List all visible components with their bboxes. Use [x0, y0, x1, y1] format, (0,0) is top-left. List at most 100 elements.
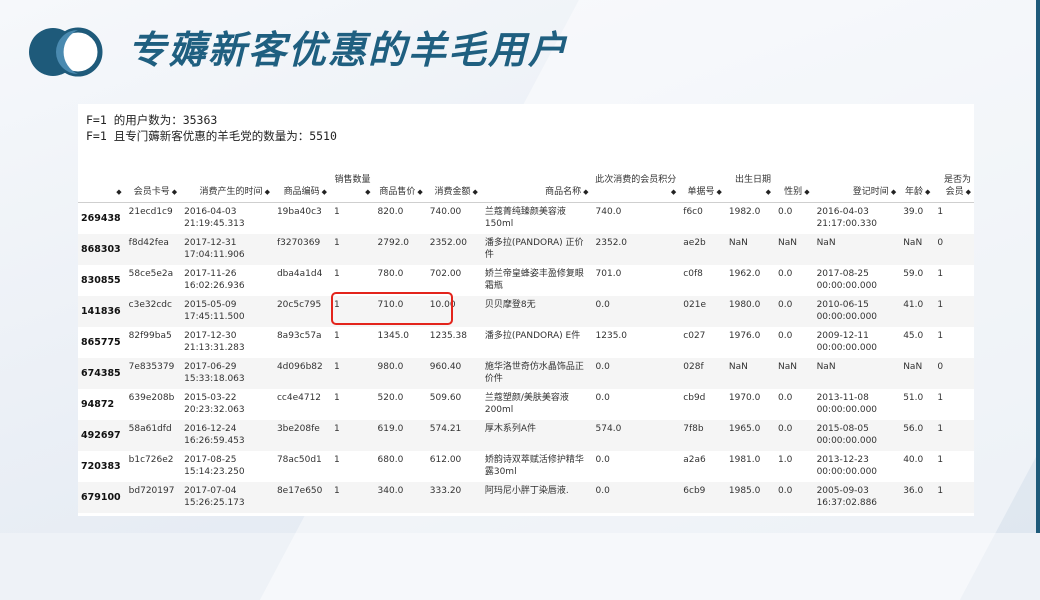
column-header[interactable]: 此次消费的会员积分 ◆: [591, 174, 680, 203]
sort-icon[interactable]: ◆: [891, 188, 896, 196]
row-index: 868303: [78, 234, 125, 265]
sort-icon[interactable]: ◆: [322, 188, 327, 196]
table-cell-birth: 1962.0: [724, 265, 775, 296]
table-cell-age: 40.0: [899, 451, 934, 482]
column-header-label: 消费金额: [434, 187, 471, 197]
column-header[interactable]: 商品编码 ◆: [272, 174, 330, 203]
sort-icon[interactable]: ◆: [583, 188, 588, 196]
sort-icon[interactable]: ◆: [472, 188, 477, 196]
table-cell-card: 639e208b: [124, 389, 181, 420]
table-cell-doc: c0f8: [679, 265, 725, 296]
table-cell-card: bd720197: [124, 482, 181, 513]
column-header-label: 消费产生的时间: [199, 187, 263, 197]
sort-icon[interactable]: ◆: [365, 188, 370, 196]
stat-line-coupon-hunters: F=1 且专门薅新客优惠的羊毛党的数量为：5510: [86, 129, 337, 143]
column-header-label: 性别: [784, 187, 803, 197]
table-cell-amount: 509.60: [425, 389, 481, 420]
column-header[interactable]: 商品售价 ◆: [373, 174, 426, 203]
table-cell-reg: NaN: [812, 234, 900, 265]
table-cell-qty: 1: [329, 389, 374, 420]
table-body: 269438 21ecd1c9 2016-04-03 21:19:45.313 19b…: [78, 202, 974, 513]
table-cell-sex: 0.0: [774, 389, 813, 420]
table-cell-name: 阿玛尼小胖丁染唇液.: [480, 482, 592, 513]
table-cell-doc: ae2b: [679, 234, 725, 265]
column-header-label: 出生日期: [735, 175, 772, 185]
table-cell-birth: 1970.0: [724, 389, 775, 420]
table-cell-member: 1: [933, 327, 974, 358]
notebook-output-panel: F=1 的用户数为：35363 F=1 且专门薅新客优惠的羊毛党的数量为：551…: [78, 104, 974, 516]
column-header-label: 年龄: [904, 187, 923, 197]
column-header[interactable]: 年龄 ◆: [899, 174, 934, 203]
table-row: 674385 7e835379 2017-06-29 15:33:18.063 4d0…: [78, 358, 974, 389]
column-header[interactable]: 性别 ◆: [774, 174, 813, 203]
column-header[interactable]: 是否为会员 ◆: [933, 174, 974, 203]
table-cell-sex: NaN: [774, 358, 813, 389]
column-header[interactable]: 出生日期 ◆: [724, 174, 775, 203]
sort-icon[interactable]: ◆: [265, 188, 270, 196]
table-cell-doc: 028f: [679, 358, 725, 389]
column-header[interactable]: 会员卡号 ◆: [124, 174, 181, 203]
sort-icon[interactable]: ◆: [172, 188, 177, 196]
column-header-label: 销售数量: [334, 175, 371, 185]
row-index: 492697: [78, 420, 125, 451]
table-cell-time: 2017-12-31 17:04:11.906: [180, 234, 273, 265]
table-row: 720383 b1c726e2 2017-08-25 15:14:23.250 78a…: [78, 451, 974, 482]
table-cell-time: 2017-08-25 15:14:23.250: [180, 451, 273, 482]
table-row: 269438 21ecd1c9 2016-04-03 21:19:45.313 19b…: [78, 202, 974, 234]
table-cell-sex: 0.0: [774, 420, 813, 451]
sort-icon[interactable]: ◆: [766, 188, 771, 196]
table-cell-reg: 2013-12-23 00:00:00.000: [812, 451, 900, 482]
table-cell-birth: NaN: [724, 358, 775, 389]
table-cell-doc: 7f8b: [679, 420, 725, 451]
table-cell-member: 0: [933, 358, 974, 389]
table-cell-member: 1: [933, 265, 974, 296]
table-cell-doc: f6c0: [679, 202, 725, 234]
sort-icon[interactable]: ◆: [804, 188, 809, 196]
table-cell-age: NaN: [899, 234, 934, 265]
table-cell-name: 娇韵诗双萃赋活修护精华露30ml: [480, 451, 592, 482]
table-cell-member: 1: [933, 296, 974, 327]
sort-icon[interactable]: ◆: [116, 188, 121, 196]
sort-icon[interactable]: ◆: [671, 188, 676, 196]
column-header-label: 登记时间: [852, 187, 889, 197]
table-cell-price: 520.0: [373, 389, 426, 420]
row-index: 865775: [78, 327, 125, 358]
column-header[interactable]: 消费产生的时间 ◆: [180, 174, 273, 203]
table-cell-card: c3e32cdc: [124, 296, 181, 327]
table-cell-doc: a2a6: [679, 451, 725, 482]
row-index: 830855: [78, 265, 125, 296]
table-cell-reg: 2013-11-08 00:00:00.000: [812, 389, 900, 420]
table-row: 830855 58ce5e2a 2017-11-26 16:02:26.936 dba…: [78, 265, 974, 296]
table-cell-birth: 1982.0: [724, 202, 775, 234]
table-cell-code: 3be208fe: [272, 420, 330, 451]
column-header[interactable]: 消费金额 ◆: [425, 174, 481, 203]
table-cell-code: 8e17e650: [272, 482, 330, 513]
table-cell-birth: 1976.0: [724, 327, 775, 358]
table-cell-time: 2016-12-24 16:26:59.453: [180, 420, 273, 451]
right-edge-bar: [1036, 0, 1040, 533]
column-header[interactable]: 商品名称 ◆: [480, 174, 592, 203]
column-header[interactable]: ◆: [78, 174, 125, 203]
column-header[interactable]: 登记时间 ◆: [812, 174, 900, 203]
row-index: 94872: [78, 389, 125, 420]
table-cell-age: 59.0: [899, 265, 934, 296]
column-header[interactable]: 销售数量 ◆: [329, 174, 374, 203]
sort-icon[interactable]: ◆: [417, 188, 422, 196]
table-cell-time: 2017-07-04 15:26:25.173: [180, 482, 273, 513]
table-cell-name: 贝贝摩登8无: [480, 296, 592, 327]
sort-icon[interactable]: ◆: [925, 188, 930, 196]
table-cell-qty: 1: [329, 202, 374, 234]
sort-icon[interactable]: ◆: [966, 188, 971, 196]
table-row: 868303 f8d42fea 2017-12-31 17:04:11.906 f32…: [78, 234, 974, 265]
table-cell-birth: 1985.0: [724, 482, 775, 513]
table-cell-code: 20c5c795: [272, 296, 330, 327]
column-header[interactable]: 单据号 ◆: [679, 174, 725, 203]
table-cell-amount: 333.20: [425, 482, 481, 513]
table-cell-member: 1: [933, 482, 974, 513]
table-cell-price: 340.0: [373, 482, 426, 513]
row-index: 269438: [78, 202, 125, 234]
sort-icon[interactable]: ◆: [716, 188, 721, 196]
table-cell-age: NaN: [899, 358, 934, 389]
table-header-row: ◆ 会员卡号 ◆ 消费产生的时间 ◆ 商品编码 ◆ 销售数量◆ 商品售价 ◆ 消费金额 ◆ 商品名称 ◆ 此…: [78, 174, 974, 203]
table-cell-age: 41.0: [899, 296, 934, 327]
